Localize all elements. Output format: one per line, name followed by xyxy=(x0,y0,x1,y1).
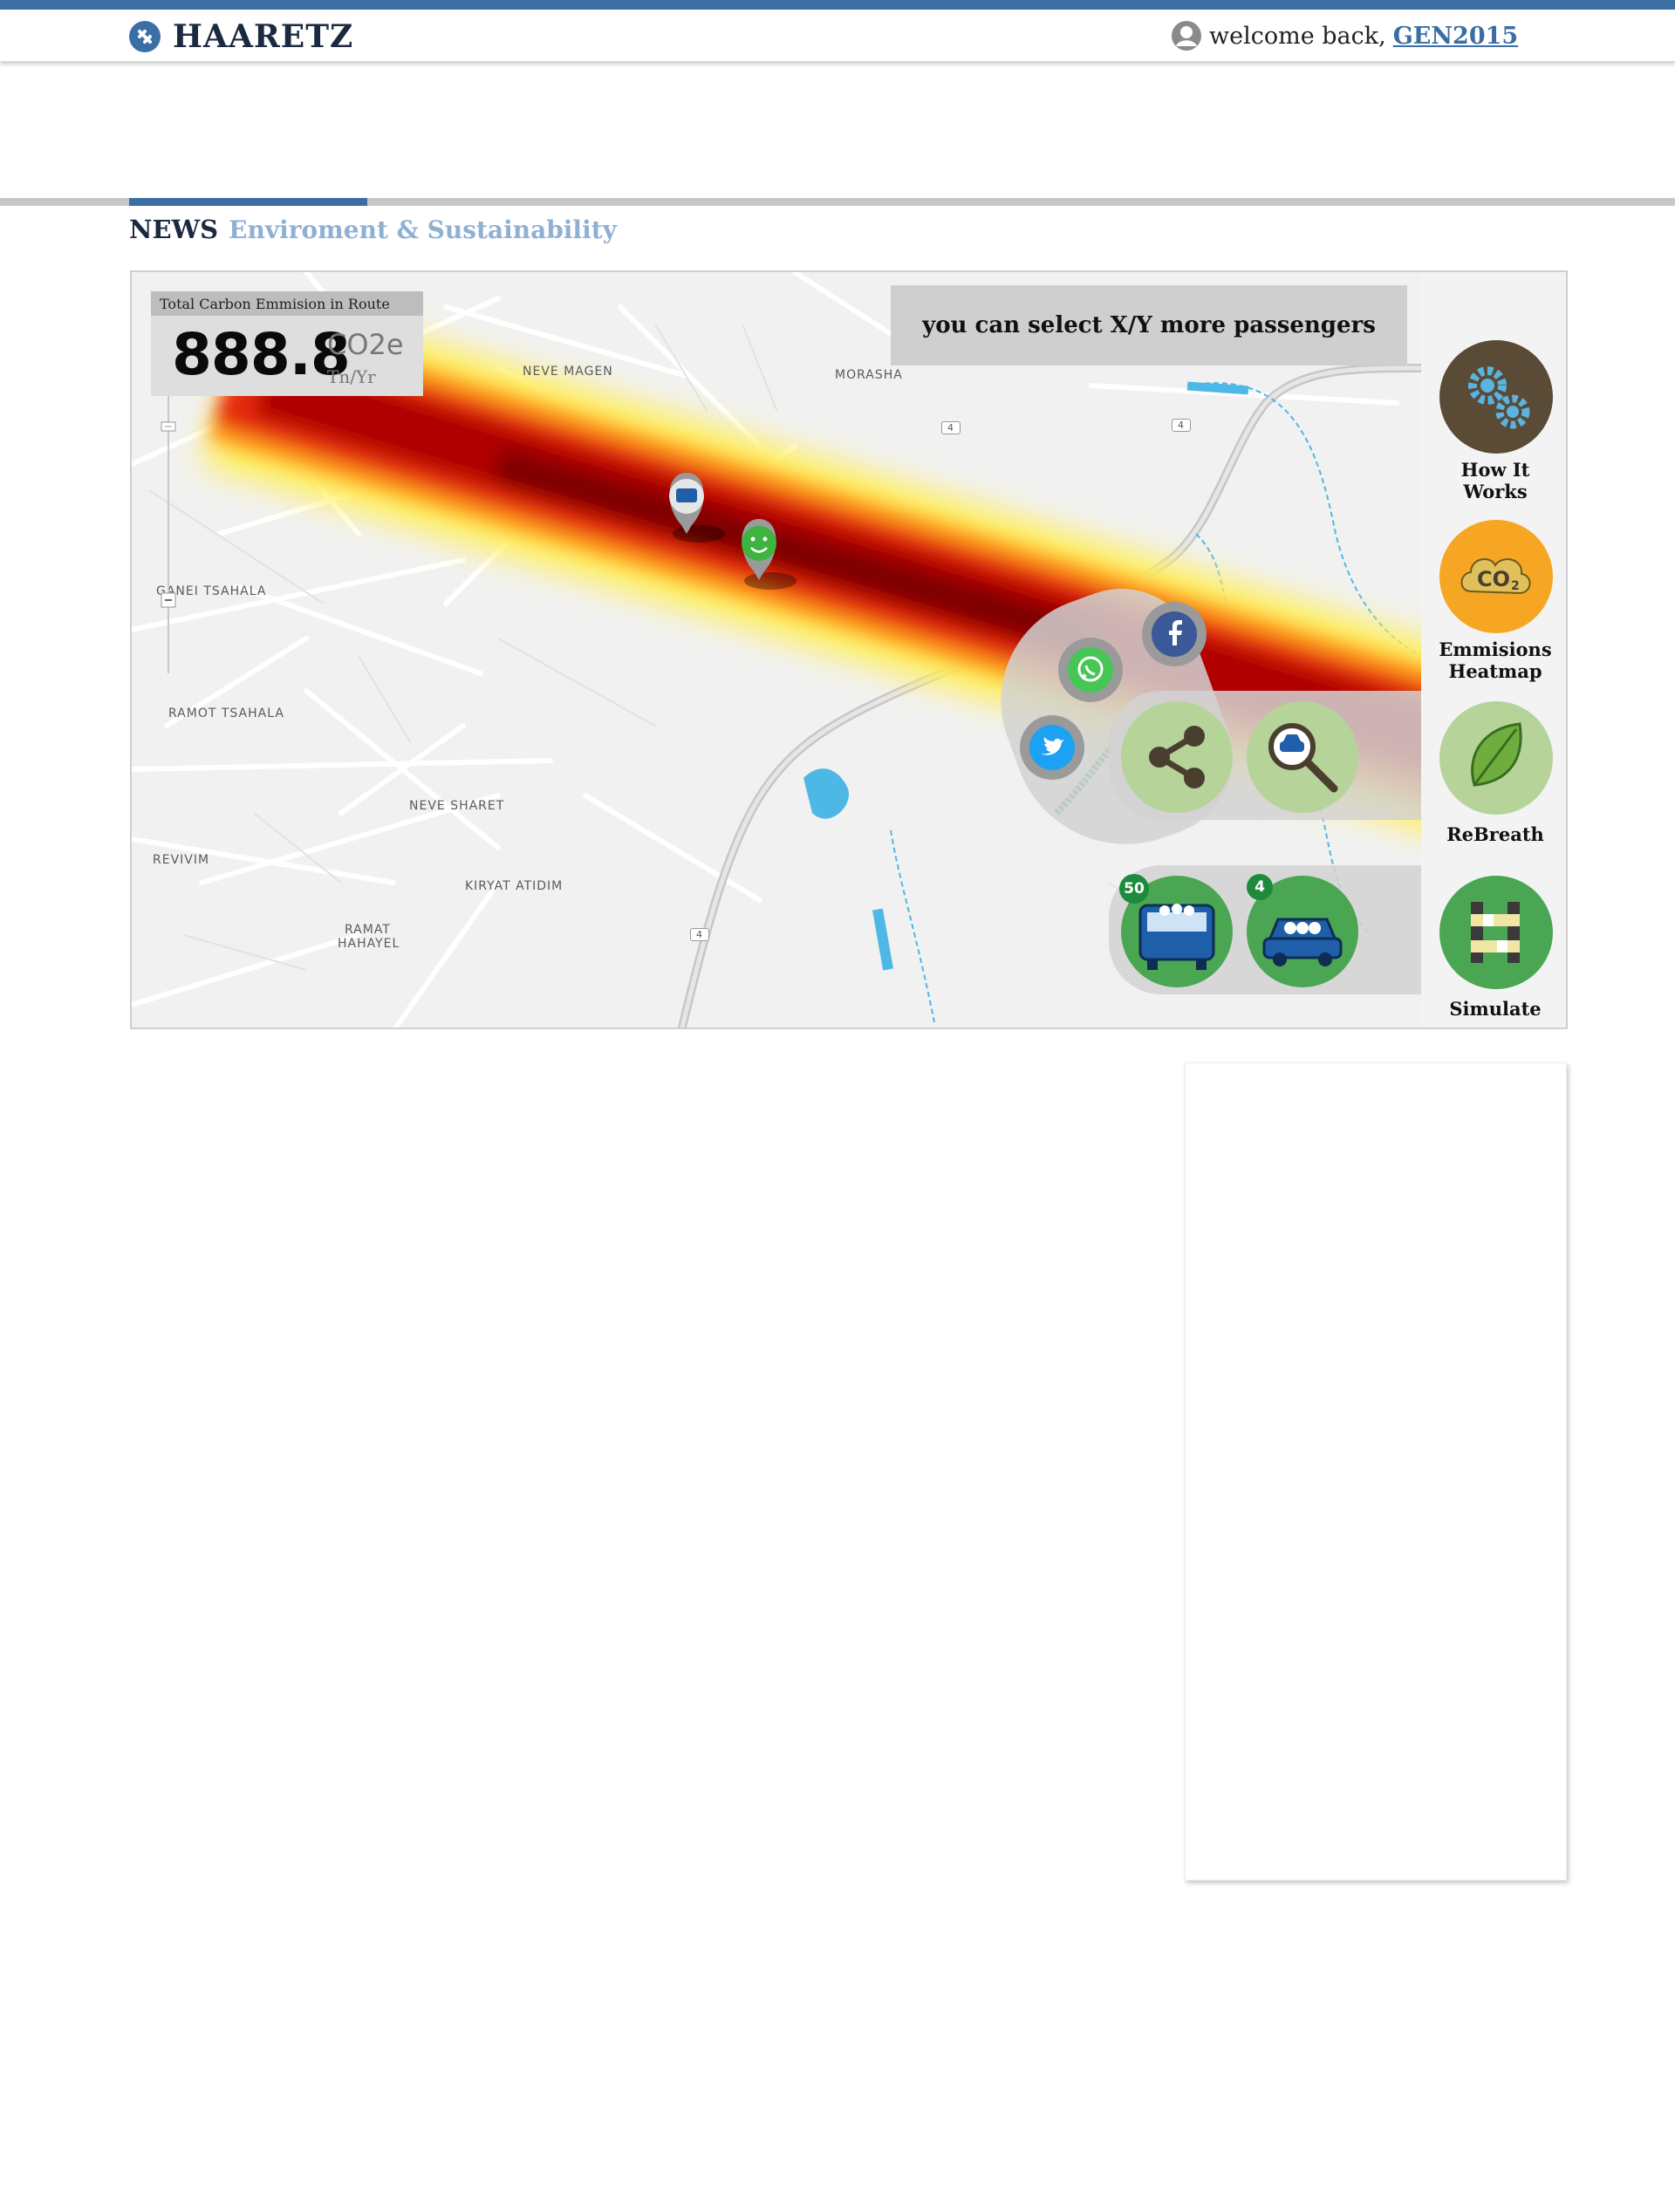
how-it-works-button[interactable] xyxy=(1439,340,1553,454)
brand-name: HAARETZ xyxy=(173,18,354,55)
emissions-map[interactable]: NEVE MAGEN MORASHA GANEI TSAHALA RAMOT T… xyxy=(130,270,1568,1029)
rebreath-button[interactable] xyxy=(1439,701,1553,815)
facebook-share-button[interactable] xyxy=(1142,602,1207,666)
map-label-ramat: RAMAT xyxy=(345,923,391,937)
gears-icon xyxy=(1468,366,1530,429)
car-count: 4 xyxy=(1255,878,1265,896)
svg-text:CO: CO xyxy=(1477,567,1510,591)
map-label-ramot-tsahala: RAMOT TSAHALA xyxy=(168,707,284,720)
bus-count-badge: 50 xyxy=(1119,874,1149,904)
car-count-badge: 4 xyxy=(1247,874,1273,900)
route-4-shield: 4 xyxy=(690,928,709,941)
route-4-shield: 4 xyxy=(941,421,961,434)
whatsapp-share-button[interactable] xyxy=(1058,638,1123,702)
twitter-share-button[interactable] xyxy=(1020,715,1084,780)
welcome-text: welcome back, xyxy=(1209,22,1386,50)
tools-sidebar: How It Works CO 2 Emmisions Heatmap ReBreat… xyxy=(1421,272,1566,1027)
passenger-notice: you can select X/Y more passengers xyxy=(891,285,1407,365)
section-divider-accent xyxy=(129,198,367,206)
bus-count: 50 xyxy=(1124,880,1145,898)
svg-text:2: 2 xyxy=(1511,579,1520,593)
map-label-revivim: REVIVIM xyxy=(153,853,210,867)
haaretz-logo-icon xyxy=(129,21,161,52)
share-button[interactable] xyxy=(1121,701,1233,813)
map-label-kiryat-atidim: KIRYAT ATIDIM xyxy=(465,879,564,893)
simulate-button[interactable] xyxy=(1439,876,1553,989)
sidebar-widget xyxy=(1185,1062,1567,1881)
breadcrumb-category[interactable]: Enviroment & Sustainability xyxy=(229,215,617,244)
search-vehicle-button[interactable] xyxy=(1247,701,1358,813)
passenger-notice-text: you can select X/Y more passengers xyxy=(922,312,1376,338)
emission-unit-period: Tn/Yr xyxy=(327,366,376,387)
emissions-heatmap-label: Emmisions Heatmap xyxy=(1439,638,1552,682)
rebreath-label: ReBreath xyxy=(1446,823,1544,845)
whatsapp-icon xyxy=(1068,647,1113,693)
site-logo[interactable]: HAARETZ xyxy=(129,18,353,55)
user-greeting: welcome back, GEN2015 xyxy=(1171,20,1518,51)
username-link[interactable]: GEN2015 xyxy=(1393,23,1518,50)
leaf-icon xyxy=(1471,722,1522,787)
emissions-heatmap-button[interactable]: CO 2 xyxy=(1439,520,1553,633)
co2-cloud-icon: CO 2 xyxy=(1460,558,1531,595)
magnifier-car-icon xyxy=(1268,723,1338,793)
carbon-emission-panel: Total Carbon Emmision in Route 888.8 CO2… xyxy=(151,291,423,396)
route-4-shield: 4 xyxy=(1172,419,1191,432)
site-header: HAARETZ welcome back, GEN2015 xyxy=(0,10,1675,62)
user-avatar-icon[interactable] xyxy=(1171,20,1202,51)
map-label-morasha: MORASHA xyxy=(835,368,903,382)
top-accent-bar xyxy=(0,0,1675,10)
breadcrumb: NEWS Enviroment & Sustainability xyxy=(129,215,617,244)
facebook-icon xyxy=(1152,611,1197,657)
twitter-icon xyxy=(1029,725,1075,770)
share-icon xyxy=(1149,726,1205,789)
map-label-hahayel: HAHAYEL xyxy=(338,937,400,951)
simulate-label: Simulate xyxy=(1449,998,1542,1020)
emission-unit: CO2e xyxy=(327,328,404,361)
emission-value: 888.8 xyxy=(172,321,351,388)
how-it-works-label: How It Works xyxy=(1460,459,1530,502)
emission-title: Total Carbon Emmision in Route xyxy=(151,291,423,316)
map-label-neve-sharet: NEVE SHARET xyxy=(409,799,505,813)
map-label-neve-magen: NEVE MAGEN xyxy=(523,365,613,379)
breadcrumb-news[interactable]: NEWS xyxy=(129,215,218,244)
zoom-slider[interactable] xyxy=(160,377,177,673)
route-simulate-icon xyxy=(1471,902,1520,963)
